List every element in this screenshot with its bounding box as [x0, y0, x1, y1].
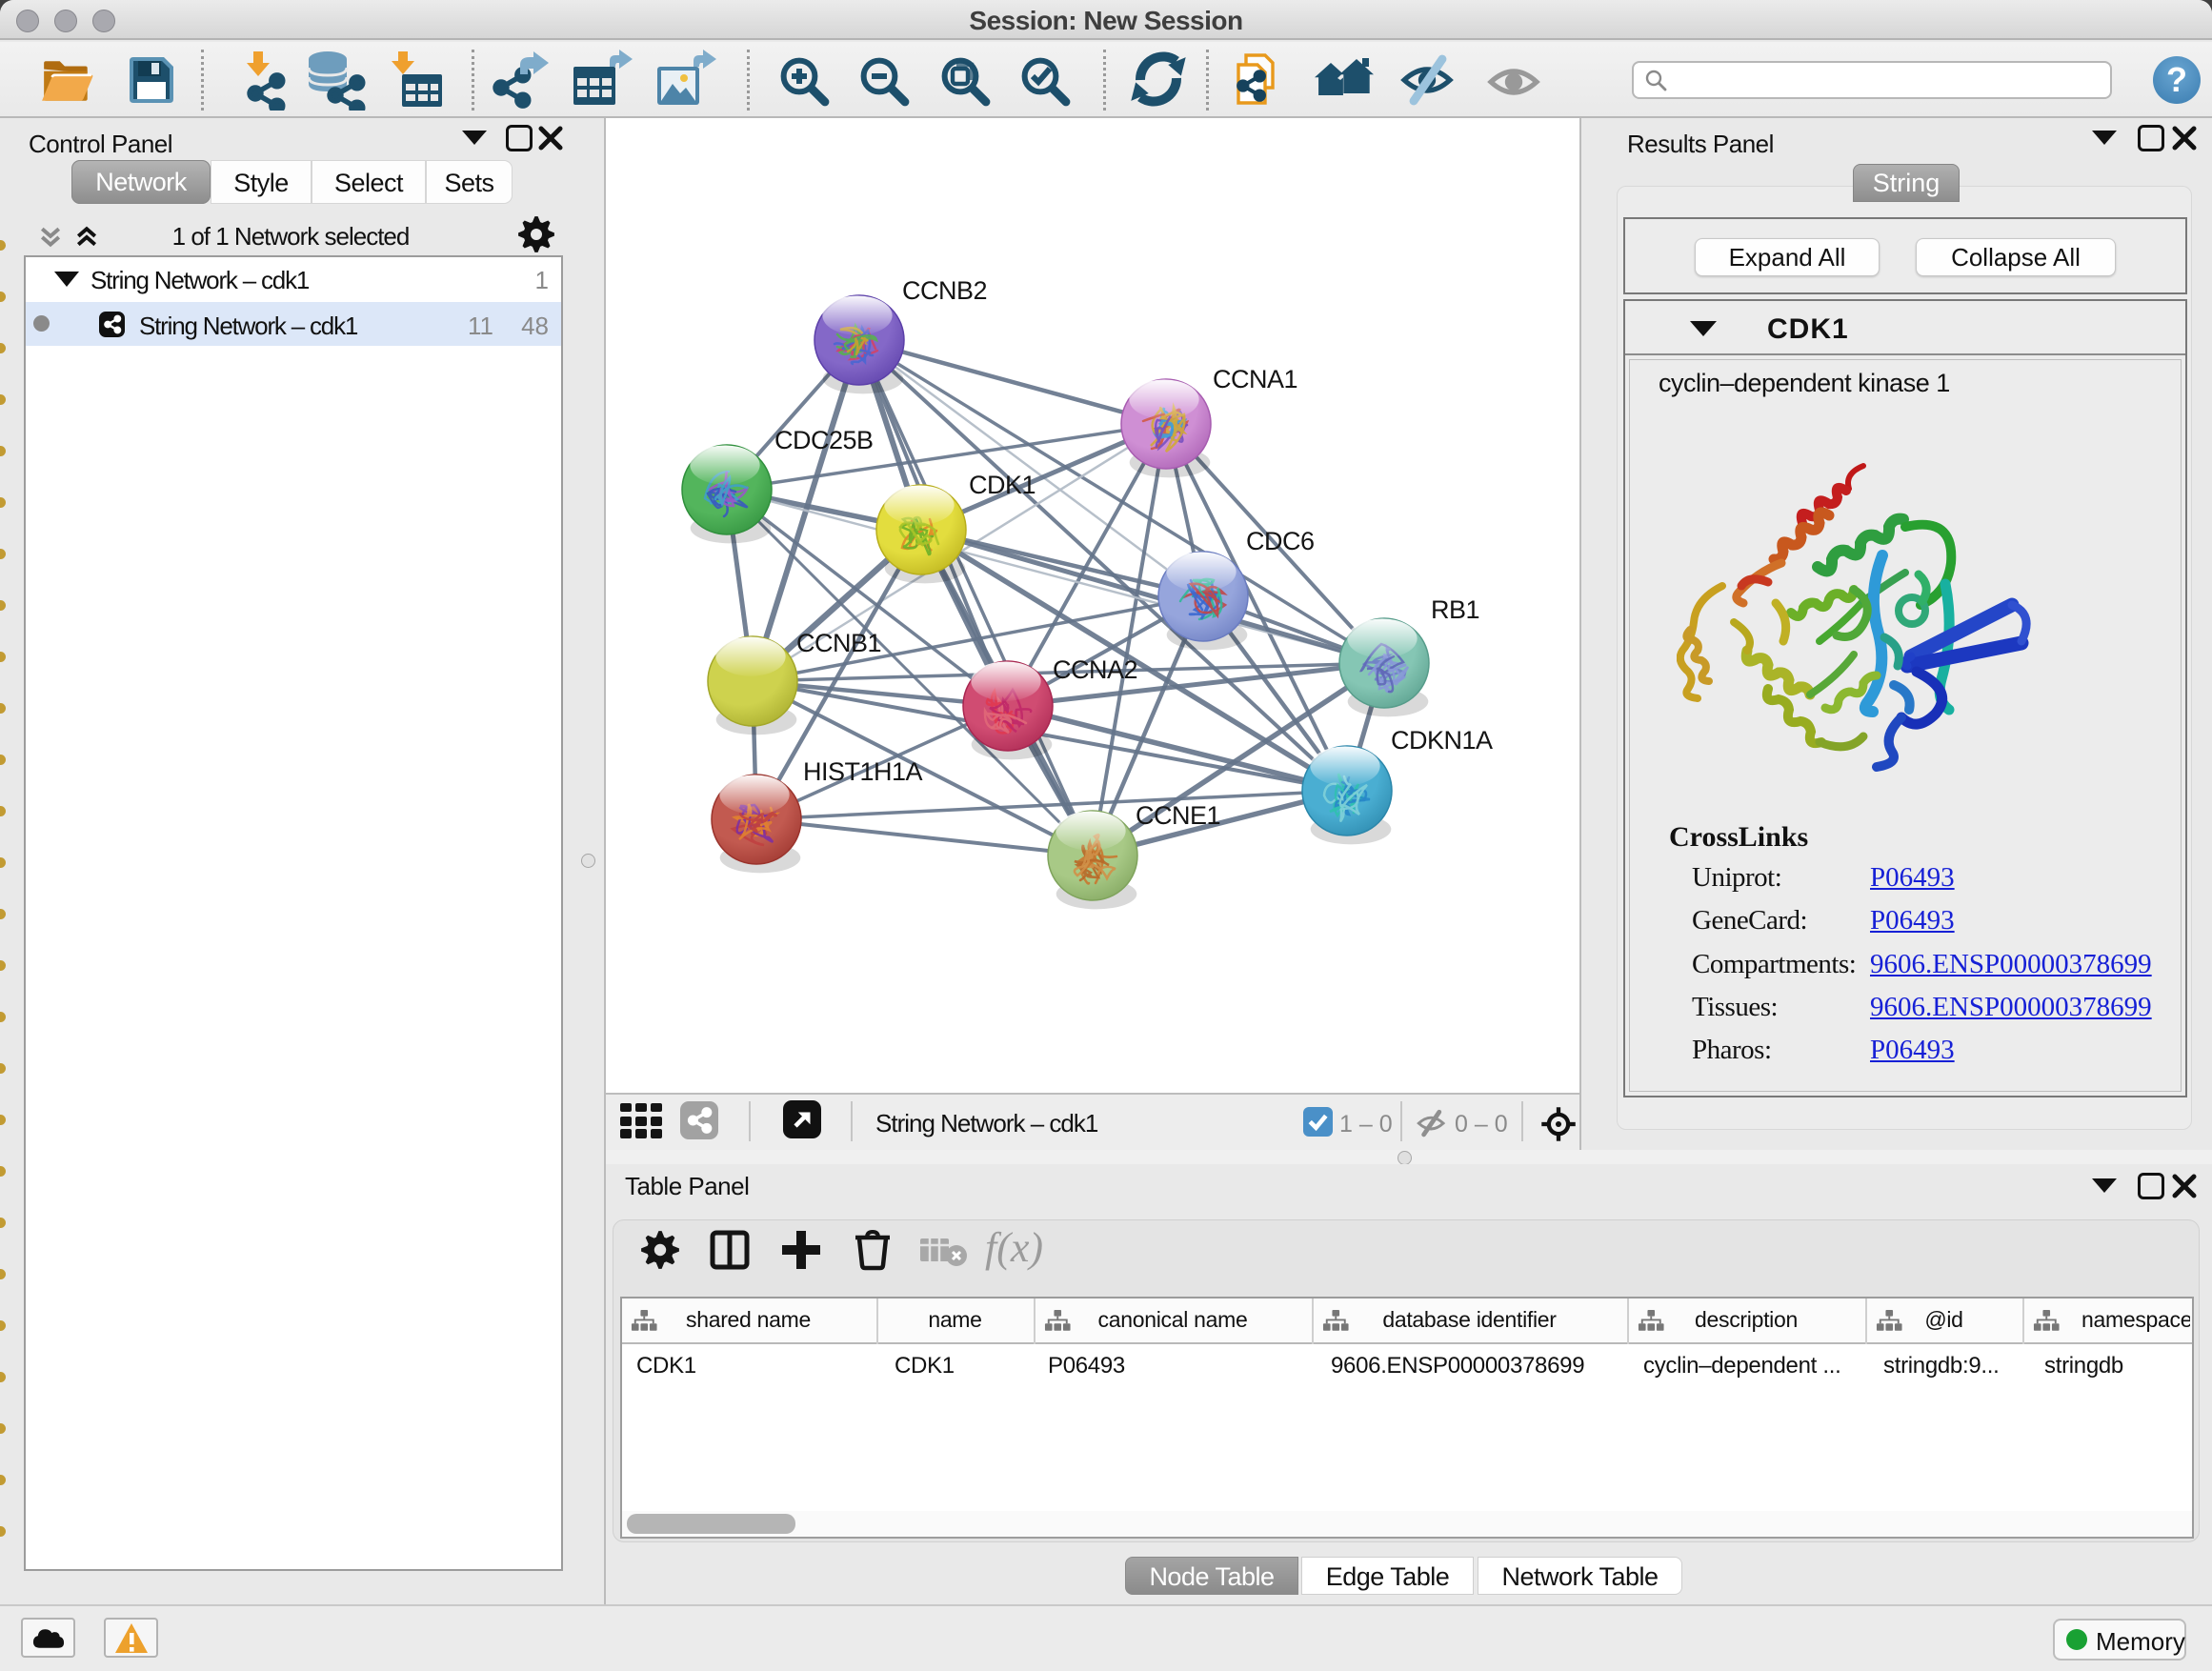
svg-text:CCNB1: CCNB1 [796, 629, 881, 657]
svg-text:CDK1: CDK1 [969, 471, 1036, 499]
svg-text:HIST1H1A: HIST1H1A [803, 757, 923, 786]
svg-text:CCNA2: CCNA2 [1053, 655, 1137, 684]
svg-text:CDC6: CDC6 [1246, 527, 1315, 555]
svg-text:CDKN1A: CDKN1A [1391, 726, 1493, 755]
svg-text:CCNA1: CCNA1 [1213, 365, 1297, 393]
svg-text:CCNB2: CCNB2 [902, 276, 987, 305]
svg-text:RB1: RB1 [1431, 595, 1479, 624]
svg-text:CDC25B: CDC25B [774, 426, 874, 454]
svg-text:CCNE1: CCNE1 [1136, 801, 1220, 830]
